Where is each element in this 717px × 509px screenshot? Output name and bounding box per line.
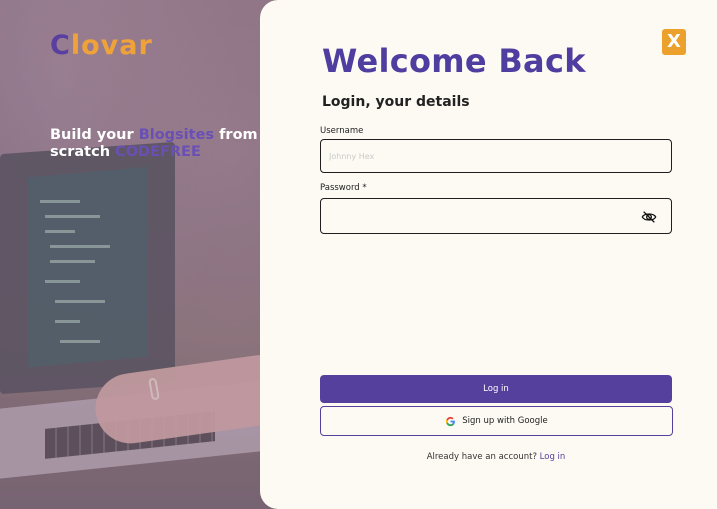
- password-label: Password *: [320, 183, 367, 193]
- google-icon: [446, 416, 456, 426]
- google-signup-button[interactable]: Sign up with Google: [320, 406, 673, 436]
- close-button[interactable]: X: [662, 29, 686, 55]
- hero-image: [0, 0, 290, 509]
- password-input[interactable]: [321, 199, 671, 233]
- username-input[interactable]: [321, 140, 671, 172]
- hero-tagline: Build your Blogsites from scratch CODEFR…: [50, 127, 265, 161]
- tagline-highlight: Blogsites: [138, 127, 215, 143]
- brand-logo: Clovar: [50, 30, 153, 61]
- footer-login-link[interactable]: Log in: [540, 452, 566, 462]
- footer-prompt: Already have an account?: [426, 452, 540, 462]
- eye-off-icon[interactable]: [641, 209, 657, 225]
- login-button[interactable]: Log in: [320, 375, 672, 403]
- hero-overlay: [0, 0, 290, 509]
- username-field-wrapper: [320, 139, 672, 173]
- page-title: Welcome Back: [322, 42, 586, 80]
- username-label: Username: [320, 126, 364, 136]
- tagline-text: Build your: [50, 127, 139, 143]
- footer-text: Already have an account? Log in: [320, 452, 672, 462]
- logo-text: lovar: [70, 30, 153, 61]
- page-subtitle: Login, your details: [322, 94, 470, 110]
- tagline-highlight: CODEFREE: [115, 144, 201, 160]
- logo-letter: C: [50, 30, 71, 61]
- password-field-wrapper: [320, 198, 672, 234]
- google-button-label: Sign up with Google: [462, 416, 548, 426]
